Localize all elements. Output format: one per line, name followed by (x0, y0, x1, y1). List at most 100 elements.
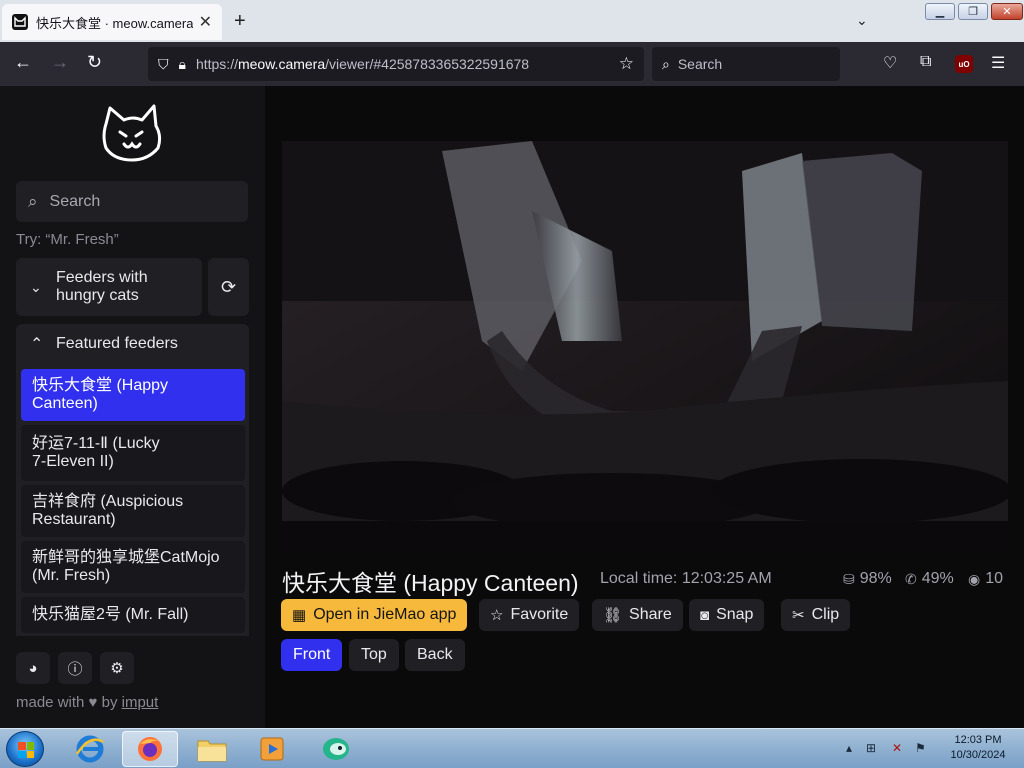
url-host: meow.camera (237, 56, 326, 72)
meow-camera-logo[interactable] (98, 102, 168, 164)
feeder-label-line1: 好运7-11-Ⅱ (Lucky (32, 435, 160, 452)
start-button[interactable] (6, 731, 44, 767)
feeder-item-mr-fall[interactable]: 快乐猫屋2号 (Mr. Fall) (21, 597, 245, 633)
taskbar-file-explorer[interactable] (184, 731, 240, 767)
hungry-section-label-line1: Feeders with (56, 269, 148, 286)
camera-icon: ◙ (700, 606, 710, 624)
browser-nav-bar: ← → ↻ ⛉ 🔒︎ https://meow.camera/viewer/#4… (0, 42, 1024, 86)
feeder-label-line2: Restaurant) (32, 511, 116, 528)
internet-explorer-icon (75, 735, 104, 763)
heart-icon: ♥ (88, 694, 98, 711)
clip-button[interactable]: ✂ Clip (781, 599, 851, 631)
extensions-icon[interactable]: ⧉ (920, 53, 931, 71)
taskbar-clock[interactable]: 12:03 PM 10/30/2024 (936, 733, 1020, 763)
clock-time: 12:03 PM (954, 734, 1002, 746)
eye-icon: ◉ (968, 570, 981, 587)
feeder-item-happy-canteen[interactable]: 快乐大食堂 (Happy Canteen) (21, 369, 245, 421)
sidebar: ⌕ Try: “Mr. Fresh” ⌄ Feeders with hungry… (0, 86, 265, 728)
featured-feeders-list: 快乐大食堂 (Happy Canteen) 好运7-11-Ⅱ (Lucky 7-El… (16, 364, 249, 636)
feeder-search-input[interactable] (49, 192, 220, 211)
ublock-origin-icon[interactable]: uO (955, 55, 973, 73)
open-in-jiemao-app-button[interactable]: ▦ Open in JieMao app (281, 599, 468, 631)
feeder-item-auspicious-restaurant[interactable]: 吉祥食府 (Auspicious Restaurant) (21, 485, 245, 537)
settings-button[interactable]: ⚙ (100, 652, 134, 684)
refresh-button[interactable]: ⟳ (208, 258, 249, 316)
star-icon: ☆ (490, 607, 504, 624)
imput-link[interactable]: imput (122, 694, 159, 711)
featured-feeders-toggle[interactable]: ⌃ Featured feeders (16, 324, 249, 364)
search-icon: ⌕ (28, 191, 38, 211)
feeder-item-lucky-7-eleven[interactable]: 好运7-11-Ⅱ (Lucky 7-Eleven II) (21, 425, 245, 481)
url-scheme: https:// (195, 56, 238, 72)
url-path: /viewer/#4258783365322591678 (325, 56, 530, 72)
view-front-button[interactable]: Front (281, 639, 343, 671)
camera-video-feed[interactable] (282, 141, 1008, 551)
viewer-panel: 快乐大食堂 (Happy Canteen) Local time: 12:03:… (265, 86, 1024, 728)
scissors-icon: ✂ (792, 607, 805, 624)
snap-button[interactable]: ◙ Snap (689, 599, 765, 631)
search-hint: Try: “Mr. Fresh” (16, 231, 119, 248)
fish-app-icon (323, 738, 349, 760)
made-with-footer: made with ♥ by imput (16, 694, 159, 711)
view-back-button[interactable]: Back (405, 639, 465, 671)
tab-close-icon[interactable]: ✕ (199, 12, 212, 32)
browser-search-box[interactable]: ⌕ Search (652, 47, 840, 81)
hungry-section-label-line2: hungry cats (56, 287, 139, 304)
signal-value: 49% (921, 570, 954, 587)
network-icon[interactable]: ⊞ (866, 741, 876, 755)
hungry-cats-section-toggle[interactable]: ⌄ Feeders with hungry cats (16, 258, 202, 316)
forward-arrow-icon[interactable]: → (51, 52, 69, 73)
media-player-icon (260, 737, 284, 761)
windows-taskbar: ▴ ⊞ ✕ ⚑ 12:03 PM 10/30/2024 (0, 728, 1024, 768)
screen: 快乐大食堂 · meow.camera ✕ + ⌄ ▁ ❐ ✕ ← → ↻ ⛉ … (0, 0, 1024, 768)
feeder-label-line2: Canteen) (32, 395, 98, 412)
url-bar[interactable]: ⛉ 🔒︎ https://meow.camera/viewer/#4258783… (148, 47, 644, 81)
satellite-icon: ✆ (905, 570, 917, 587)
browser-tab[interactable]: 快乐大食堂 · meow.camera ✕ (2, 4, 222, 40)
food-level-value: 98% (859, 570, 892, 587)
taskbar-media-player[interactable] (244, 731, 300, 767)
share-button[interactable]: ⛓ Share (592, 599, 683, 631)
restore-window-button[interactable]: ❐ (958, 3, 988, 20)
new-tab-icon[interactable]: + (234, 10, 246, 33)
action-center-flag-icon[interactable]: ⚑ (915, 741, 926, 755)
discord-button[interactable]: ◕ (16, 652, 50, 684)
feeder-item-mr-fresh[interactable]: 新鲜哥的独享城堡CatMojo (Mr. Fresh) (21, 541, 245, 593)
feeder-label-line1: 新鲜哥的独享城堡CatMojo (32, 549, 220, 566)
featured-feeders-label: Featured feeders (56, 335, 178, 352)
refresh-icon: ⟳ (220, 276, 237, 297)
tracking-shield-icon[interactable]: ⛉ (158, 56, 169, 73)
back-arrow-icon[interactable]: ← (14, 52, 32, 73)
feeder-label-line1: 快乐大食堂 (Happy (32, 377, 169, 394)
viewers-stat: ◉ 10 (968, 570, 1003, 588)
feeder-label-line1: 快乐猫屋2号 (Mr. Fall) (32, 606, 189, 623)
taskbar-internet-explorer[interactable] (62, 731, 118, 767)
pocket-icon[interactable]: ♡ (883, 53, 897, 73)
tab-list-chevron-icon[interactable]: ⌄ (856, 12, 868, 29)
minimize-window-button[interactable]: ▁ (925, 3, 955, 20)
favorite-button[interactable]: ☆ Favorite (479, 599, 580, 631)
taskbar-app[interactable] (308, 731, 364, 767)
camera-title: 快乐大食堂 (Happy Canteen) (282, 570, 579, 596)
taskbar-firefox[interactable] (122, 731, 178, 767)
volume-muted-icon[interactable]: ✕ (892, 741, 902, 755)
reload-icon[interactable]: ↻ (87, 52, 102, 73)
feeder-label-line2: (Mr. Fresh) (32, 567, 111, 584)
lock-icon[interactable]: 🔒︎ (179, 56, 186, 73)
feeder-search-field[interactable]: ⌕ (16, 181, 248, 222)
folder-icon (197, 740, 227, 762)
feeder-label-line2: 7-Eleven II) (32, 453, 114, 470)
bookmark-star-icon[interactable]: ☆ (619, 54, 634, 74)
clock-date: 10/30/2024 (950, 749, 1006, 761)
show-hidden-icons-chevron-icon[interactable]: ▴ (846, 741, 852, 755)
food-level-stat: ⛁ 98% (843, 570, 892, 588)
food-bag-icon: ⛁ (843, 570, 855, 587)
browser-search-placeholder: Search (677, 56, 723, 72)
close-window-button[interactable]: ✕ (991, 3, 1023, 20)
info-button[interactable]: ⓘ (58, 652, 92, 684)
view-top-button[interactable]: Top (349, 639, 399, 671)
windows-logo-icon (18, 742, 34, 758)
chevron-up-icon: ⌃ (30, 336, 44, 353)
meow-camera-favicon-icon (12, 14, 28, 30)
app-menu-icon[interactable]: ☰ (991, 53, 1005, 73)
